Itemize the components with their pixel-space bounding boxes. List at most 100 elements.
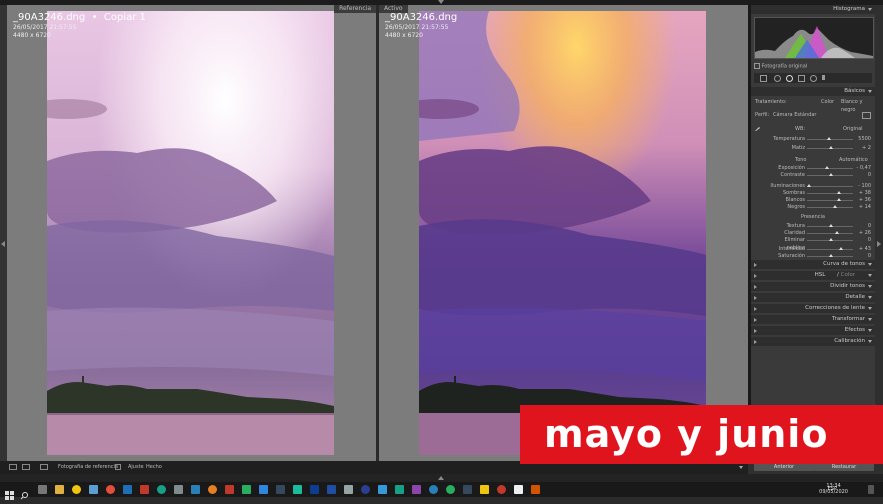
app-icon-16[interactable] — [429, 485, 438, 494]
lente-header[interactable]: Correcciones de lente — [751, 304, 875, 313]
exposicion-knob[interactable] — [825, 166, 829, 169]
slider-contraste[interactable]: Contraste 0 — [755, 171, 871, 179]
loupe-view-icon[interactable] — [9, 464, 17, 470]
reference-pane[interactable]: _90A3246.dng • Copiar 1 26/05/2017 21:57… — [7, 5, 376, 461]
toolbar-dropdown-icon[interactable] — [739, 466, 743, 469]
slider-saturacion[interactable]: Saturación 0 — [755, 252, 871, 260]
perfil-select[interactable]: Cámara Estándar — [773, 111, 816, 119]
app-icon-6[interactable] — [191, 485, 200, 494]
original-photo-checkbox[interactable] — [754, 63, 760, 69]
intensidad-track[interactable] — [807, 249, 853, 250]
slider-negros[interactable]: Negros + 14 — [755, 203, 871, 211]
search-icon[interactable] — [20, 485, 29, 500]
auto-button[interactable]: Automático — [839, 156, 868, 164]
app-icon-14[interactable] — [395, 485, 404, 494]
app-icon-10[interactable] — [293, 485, 302, 494]
app-icon-1[interactable] — [89, 485, 98, 494]
compare-view-icon[interactable] — [22, 464, 30, 470]
app-icon-19[interactable] — [480, 485, 489, 494]
matiz-knob[interactable] — [829, 146, 833, 149]
slider-neblina[interactable]: Eliminar neblina 0 — [755, 236, 872, 251]
app-icon-13[interactable] — [378, 485, 387, 494]
file-explorer-icon[interactable] — [55, 485, 64, 494]
expand-left-icon[interactable] — [1, 241, 5, 247]
contraste-value[interactable]: 0 — [855, 171, 871, 179]
radial-filter-icon[interactable] — [810, 75, 817, 82]
claridad-knob[interactable] — [835, 231, 839, 234]
textura-knob[interactable] — [829, 224, 833, 227]
saturacion-knob[interactable] — [829, 254, 833, 257]
notification-icon[interactable] — [868, 485, 874, 494]
iluminaciones-track[interactable] — [807, 186, 853, 187]
task-view-icon[interactable] — [38, 485, 47, 494]
hecho-button[interactable]: Hecho — [146, 461, 162, 474]
app-icon-8[interactable] — [242, 485, 251, 494]
firefox-icon[interactable] — [208, 485, 217, 494]
blancos-track[interactable] — [807, 200, 853, 201]
sombras-knob[interactable] — [837, 191, 841, 194]
color-option[interactable]: Color — [821, 98, 834, 106]
blancos-knob[interactable] — [837, 198, 841, 201]
reset-button[interactable]: Restaurar — [814, 463, 874, 471]
calibracion-header[interactable]: Calibración — [751, 337, 875, 346]
negros-value[interactable]: + 14 — [855, 203, 871, 211]
spot-removal-icon[interactable] — [774, 75, 781, 82]
iluminaciones-knob[interactable] — [807, 184, 811, 187]
slider-temperatura[interactable]: Temperatura 5500 — [755, 135, 871, 143]
app-icon-22[interactable] — [531, 485, 540, 494]
graduated-filter-icon[interactable] — [798, 75, 805, 82]
edge-icon[interactable] — [259, 485, 268, 494]
negros-track[interactable] — [807, 207, 853, 208]
hsl-title[interactable]: HSL — [815, 272, 836, 278]
detalle-header[interactable]: Detalle — [751, 293, 875, 302]
intensidad-knob[interactable] — [839, 247, 843, 250]
negros-knob[interactable] — [833, 205, 837, 208]
transformar-header[interactable]: Transformar — [751, 315, 875, 324]
efectos-header[interactable]: Efectos — [751, 326, 875, 335]
app-icon-15[interactable] — [412, 485, 421, 494]
neblina-knob[interactable] — [829, 238, 833, 241]
app-icon-5[interactable] — [174, 485, 183, 494]
curva-header[interactable]: Curva de tonos — [751, 260, 875, 269]
profile-browser-icon[interactable] — [862, 112, 871, 119]
system-clock[interactable]: 13:34 09/05/2020 — [819, 483, 848, 495]
app-icon-3[interactable] — [140, 485, 149, 494]
app-icon-7[interactable] — [225, 485, 234, 494]
eyedropper-icon[interactable] — [755, 125, 761, 131]
photoshop-icon[interactable] — [327, 485, 336, 494]
brush-icon[interactable] — [822, 75, 825, 80]
before-after-icon[interactable] — [40, 464, 48, 470]
ajuste-label[interactable]: Ajuste — [128, 461, 144, 474]
temperatura-knob[interactable] — [827, 137, 831, 140]
slider-matiz[interactable]: Matiz + 2 — [755, 144, 871, 152]
app-icon-12[interactable] — [361, 485, 370, 494]
contraste-knob[interactable] — [829, 173, 833, 176]
crop-icon[interactable] — [760, 75, 767, 82]
sombras-track[interactable] — [807, 193, 853, 194]
exposicion-track[interactable] — [807, 168, 853, 169]
expand-filmstrip-icon[interactable] — [438, 476, 444, 480]
left-panel-toggle-strip[interactable] — [0, 5, 7, 461]
lightroom-icon[interactable] — [310, 485, 319, 494]
collapse-right-icon[interactable] — [877, 241, 881, 247]
app-icon-17[interactable] — [446, 485, 455, 494]
hsl-color-title[interactable]: Color — [841, 272, 865, 278]
app-icon-20[interactable] — [497, 485, 506, 494]
app-icon-11[interactable] — [344, 485, 353, 494]
matiz-value[interactable]: + 2 — [855, 144, 871, 152]
chrome-icon[interactable] — [72, 485, 81, 494]
hsl-header[interactable]: HSL / Color — [751, 271, 875, 280]
dividir-header[interactable]: Dividir tonos — [751, 282, 875, 291]
previous-button[interactable]: Anterior — [754, 463, 814, 471]
windows-start-icon[interactable] — [5, 485, 14, 500]
wb-select[interactable]: Original — [843, 125, 863, 133]
active-pane[interactable]: _90A3246.dng 26/05/2017 21:57:55 4480 x … — [379, 5, 748, 461]
app-icon-2[interactable] — [123, 485, 132, 494]
saturacion-value[interactable]: 0 — [855, 252, 871, 260]
collapse-top-icon[interactable] — [438, 0, 444, 4]
app-icon-9[interactable] — [276, 485, 285, 494]
lock-icon[interactable] — [115, 464, 121, 470]
claridad-track[interactable] — [807, 233, 853, 234]
filmstrip-toggle-strip[interactable] — [0, 474, 883, 482]
right-panel-toggle-strip[interactable] — [875, 5, 883, 461]
